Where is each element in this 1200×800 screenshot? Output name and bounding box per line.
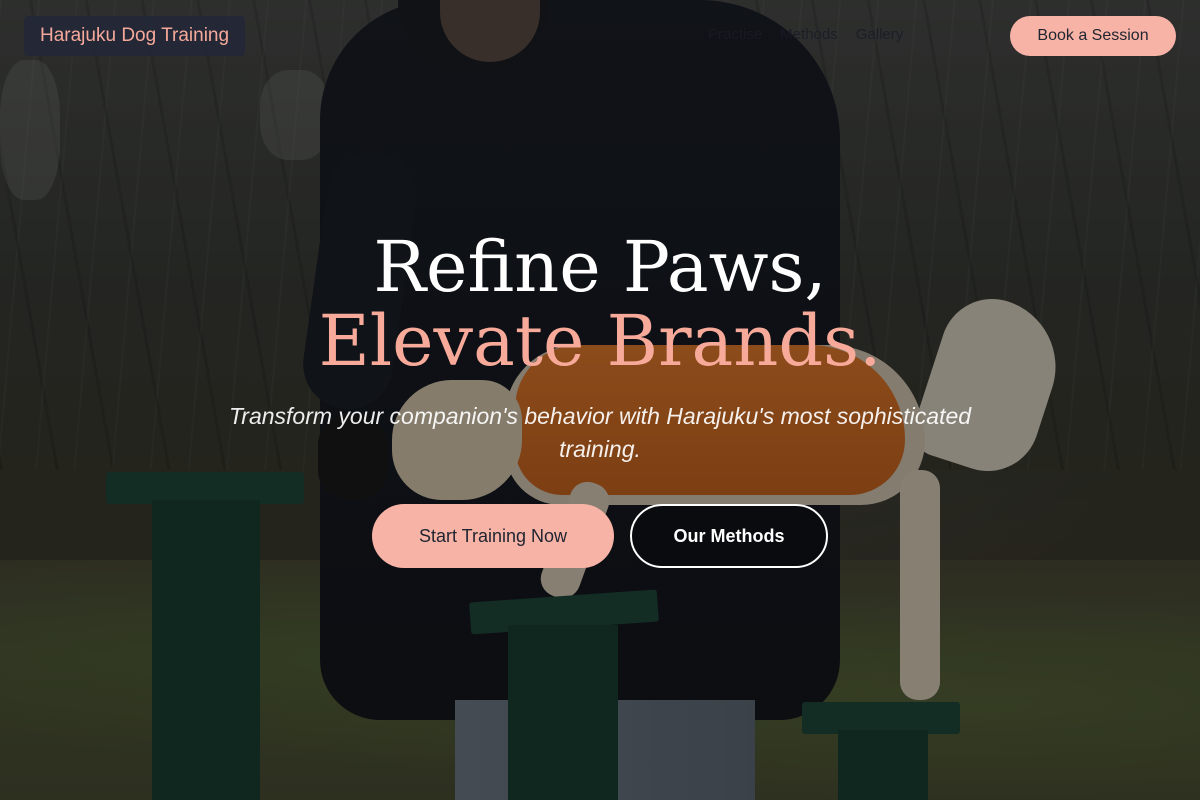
- headline-line-2: Elevate Brands.: [318, 300, 882, 382]
- headline-line-1: Refine Paws,: [373, 226, 827, 308]
- brand-logo[interactable]: Harajuku Dog Training: [24, 16, 246, 56]
- start-training-button[interactable]: Start Training Now: [372, 504, 614, 568]
- nav-link-practise[interactable]: Practise: [708, 26, 762, 43]
- hero-subtitle: Transform your companion's behavior with…: [228, 403, 972, 462]
- main-nav: Practise Methods Gallery: [708, 26, 903, 43]
- brand-name: Harajuku Dog Training: [40, 25, 230, 46]
- book-session-button[interactable]: Book a Session: [1010, 16, 1176, 56]
- hero-headline: Refine Paws, Elevate Brands.: [0, 230, 1200, 378]
- our-methods-button[interactable]: Our Methods: [630, 504, 828, 568]
- nav-link-gallery[interactable]: Gallery: [856, 26, 904, 43]
- hero-section: Harajuku Dog Training Practise Methods G…: [0, 0, 1200, 800]
- nav-link-methods[interactable]: Methods: [780, 26, 838, 43]
